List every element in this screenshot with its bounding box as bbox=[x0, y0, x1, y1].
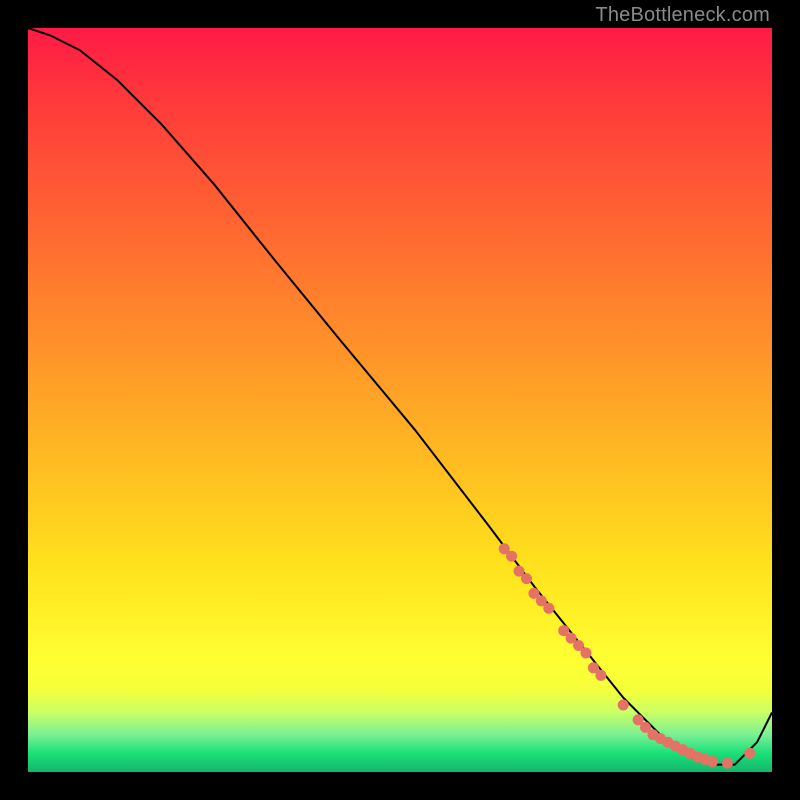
watermark-text: TheBottleneck.com bbox=[595, 4, 770, 27]
data-marker bbox=[618, 700, 629, 711]
plot-area bbox=[28, 28, 772, 772]
bottleneck-curve bbox=[28, 28, 772, 765]
data-marker bbox=[543, 603, 554, 614]
data-markers bbox=[499, 543, 756, 768]
chart-frame: TheBottleneck.com bbox=[0, 0, 800, 800]
data-marker bbox=[722, 758, 733, 769]
data-marker bbox=[707, 756, 718, 767]
data-marker bbox=[521, 573, 532, 584]
data-marker bbox=[595, 670, 606, 681]
data-marker bbox=[744, 748, 755, 759]
data-marker bbox=[581, 648, 592, 659]
data-marker bbox=[506, 551, 517, 562]
curve-layer bbox=[28, 28, 772, 772]
